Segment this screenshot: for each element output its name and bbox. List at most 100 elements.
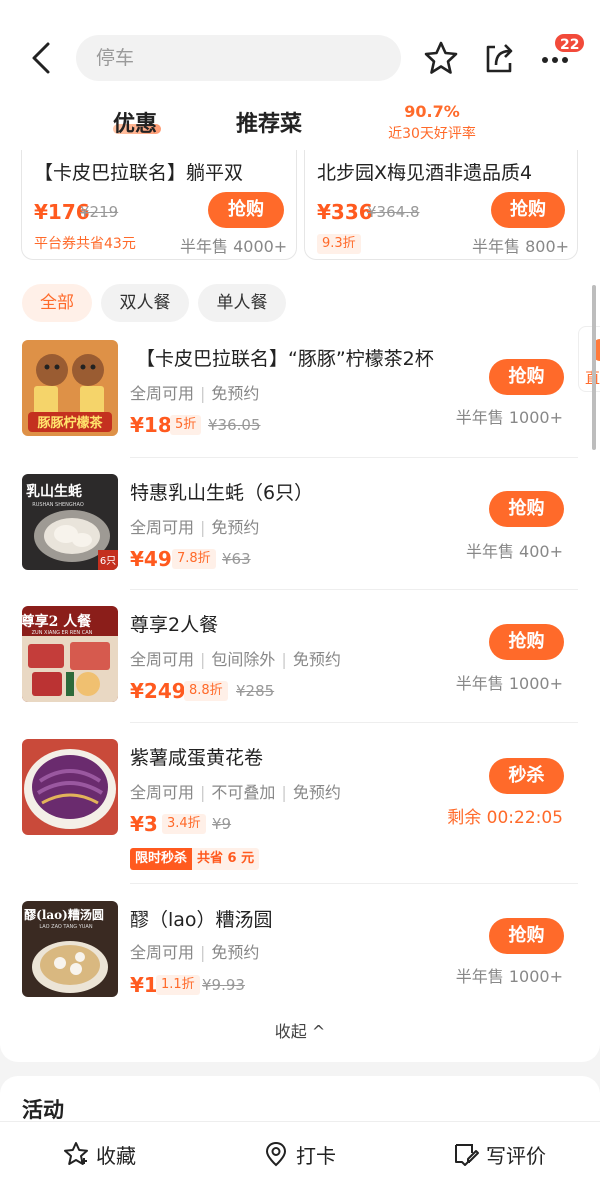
discount-badge: 9.3折 — [317, 234, 361, 254]
deal-tag: 免预约 — [292, 783, 341, 802]
deal-thumbnail: 尊享2 人餐 ZUN XIANG ER REN CAN — [22, 606, 118, 702]
thumbnail-caption: 尊享2 人餐 — [22, 613, 92, 630]
buy-button[interactable]: 抢购 — [208, 192, 284, 228]
deal-row[interactable]: 乳山生蚝 RUSHAN SHENGHAO 6只 特惠乳山生蚝（6只） 全周可用 |… — [0, 474, 600, 594]
deal-original-price: ¥9.93 — [202, 976, 245, 994]
deal-thumbnail: 乳山生蚝 RUSHAN SHENGHAO 6只 — [22, 474, 118, 570]
featured-deal-original-price: ¥364.8 — [367, 203, 420, 221]
featured-deal-savings: 平台券共省43元 — [34, 236, 136, 252]
buy-button[interactable]: 抢购 — [489, 624, 564, 660]
flash-sale-tag: 限时秒杀 共省 6 元 — [130, 848, 260, 870]
deal-sold: 半年售 1000+ — [455, 967, 563, 986]
deal-original-price: ¥63 — [222, 550, 251, 568]
row-divider — [130, 589, 578, 590]
featured-deal-title: 【卡皮巴拉联名】躺平双 — [34, 162, 244, 184]
featured-deal-sold: 半年售 4000+ — [180, 237, 288, 256]
deal-row[interactable]: 豚豚柠檬茶 【卡皮巴拉联名】“豚豚”柠檬茶2杯 全周可用 | 免预约 ¥18 5折 … — [0, 340, 600, 460]
deal-row[interactable]: 紫薯咸蛋黄花卷 全周可用 | 不可叠加 | 免预约 ¥3 3.4折 ¥9 限时秒杀 共省… — [0, 739, 600, 884]
rating-value: 90.7% — [404, 102, 460, 121]
filter-chip-single[interactable]: 单人餐 — [198, 284, 286, 322]
deal-price: ¥1 — [130, 973, 158, 997]
flash-sale-saving: 共省 6 元 — [192, 848, 260, 870]
featured-deal-card[interactable]: 北步园X梅见酒非遗品质4 ¥336 ¥364.8 抢购 9.3折 半年售 800… — [304, 150, 578, 260]
deal-tag: 全周可用 — [130, 384, 195, 403]
deal-tag: 全周可用 — [130, 783, 195, 802]
write-review-label: 写评价 — [486, 1143, 546, 1168]
deal-tag: 全周可用 — [130, 943, 195, 962]
featured-deal-card[interactable]: 【卡皮巴拉联名】躺平双 ¥176 ¥219 抢购 平台券共省43元 半年售 40… — [21, 150, 297, 260]
deal-title: 醪（lao）糟汤圆 — [130, 909, 273, 931]
deal-row[interactable]: 尊享2 人餐 ZUN XIANG ER REN CAN 尊享2人餐 全周可用 | 包… — [0, 606, 600, 726]
row-divider — [130, 883, 578, 884]
thumbnail-badge: 6只 — [100, 556, 116, 567]
deal-tags: 全周可用 | 免预约 — [130, 943, 260, 962]
deal-original-price: ¥9 — [212, 815, 232, 833]
deal-sold: 半年售 400+ — [465, 542, 563, 561]
deal-price: ¥3 — [130, 812, 158, 836]
buy-button[interactable]: 抢购 — [489, 491, 564, 527]
countdown-timer: 剩余 00:22:05 — [447, 808, 563, 828]
buy-button[interactable]: 抢购 — [489, 359, 564, 395]
checkin-label: 打卡 — [296, 1143, 336, 1168]
notification-badge: 22 — [553, 32, 587, 54]
filter-chip-two-person[interactable]: 双人餐 — [101, 284, 189, 322]
tab-discounts[interactable]: 优惠 — [113, 106, 157, 138]
favorite-label: 收藏 — [96, 1143, 136, 1168]
share-icon[interactable] — [479, 38, 519, 78]
deal-sold: 半年售 1000+ — [455, 408, 563, 427]
discount-badge: 5折 — [170, 415, 202, 435]
row-divider — [130, 722, 578, 723]
search-input[interactable]: 停车 — [76, 35, 401, 81]
star-favorite-icon[interactable] — [421, 38, 461, 78]
deal-original-price: ¥36.05 — [208, 416, 261, 434]
deal-title: 特惠乳山生蚝（6只） — [130, 482, 314, 504]
thumbnail-subcaption: RUSHAN SHENGHAO — [32, 502, 84, 508]
deal-tag: 免预约 — [211, 518, 260, 537]
deal-title: 尊享2人餐 — [130, 614, 219, 636]
deal-tags: 全周可用 | 免预约 — [130, 518, 260, 537]
collapse-toggle[interactable]: 收起 ^ — [0, 1018, 600, 1042]
deal-price: ¥18 — [130, 413, 172, 437]
featured-deal-price: ¥336 — [317, 200, 373, 224]
filter-chip-all[interactable]: 全部 — [22, 284, 92, 322]
deal-thumbnail: 豚豚柠檬茶 — [22, 340, 118, 436]
thumbnail-subcaption: ZUN XIANG ER REN CAN — [32, 630, 93, 636]
edit-review-icon — [455, 1144, 479, 1166]
deal-tag: 免预约 — [211, 384, 260, 403]
discount-badge: 8.8折 — [184, 681, 228, 701]
thumbnail-caption: 乳山生蚝 — [26, 483, 82, 500]
activity-title: 活动 — [22, 1098, 64, 1122]
flash-sale-label: 限时秒杀 — [130, 848, 193, 870]
buy-button[interactable]: 抢购 — [491, 192, 565, 228]
deal-row[interactable]: 醪(lao)糟汤圆 LAO ZAO TANG YUAN 醪（lao）糟汤圆 全周… — [0, 901, 600, 1011]
deal-title: 【卡皮巴拉联名】“豚豚”柠檬茶2杯 — [136, 348, 434, 370]
tab-recommended-dishes[interactable]: 推荐菜 — [236, 106, 302, 138]
checkin-button[interactable]: 打卡 — [262, 1138, 336, 1170]
deal-original-price: ¥285 — [236, 682, 275, 700]
featured-deal-sold: 半年售 800+ — [472, 237, 570, 256]
deal-tag: 免预约 — [292, 650, 341, 669]
thumbnail-caption: 醪(lao)糟汤圆 — [24, 907, 104, 922]
rating-label: 近30天好评率 — [388, 126, 476, 142]
deal-tag: 不可叠加 — [211, 783, 276, 802]
discount-badge: 7.8折 — [172, 549, 216, 569]
deal-price: ¥249 — [130, 679, 186, 703]
favorite-button[interactable]: 收藏 — [62, 1138, 136, 1170]
bottom-action-bar: 收藏 打卡 写评价 — [0, 1121, 600, 1183]
back-arrow-icon[interactable] — [26, 38, 60, 78]
top-header: 停车 22 优惠 推荐菜 90.7% 近30天好评率 — [0, 0, 600, 150]
write-review-button[interactable]: 写评价 — [452, 1138, 546, 1170]
deal-tag: 免预约 — [211, 943, 260, 962]
discount-badge: 1.1折 — [156, 975, 200, 995]
deal-price: ¥49 — [130, 547, 172, 571]
flash-sale-button[interactable]: 秒杀 — [489, 758, 564, 794]
buy-button[interactable]: 抢购 — [489, 918, 564, 954]
deal-thumbnail: 醪(lao)糟汤圆 LAO ZAO TANG YUAN — [22, 901, 118, 997]
deal-sold: 半年售 1000+ — [455, 674, 563, 693]
deal-tag: 全周可用 — [130, 518, 195, 537]
star-icon — [64, 1142, 88, 1165]
deal-title: 紫薯咸蛋黄花卷 — [130, 747, 264, 769]
deal-tags: 全周可用 | 免预约 — [130, 384, 260, 403]
location-pin-icon — [265, 1141, 287, 1167]
featured-deal-title: 北步园X梅见酒非遗品质4 — [317, 162, 533, 184]
